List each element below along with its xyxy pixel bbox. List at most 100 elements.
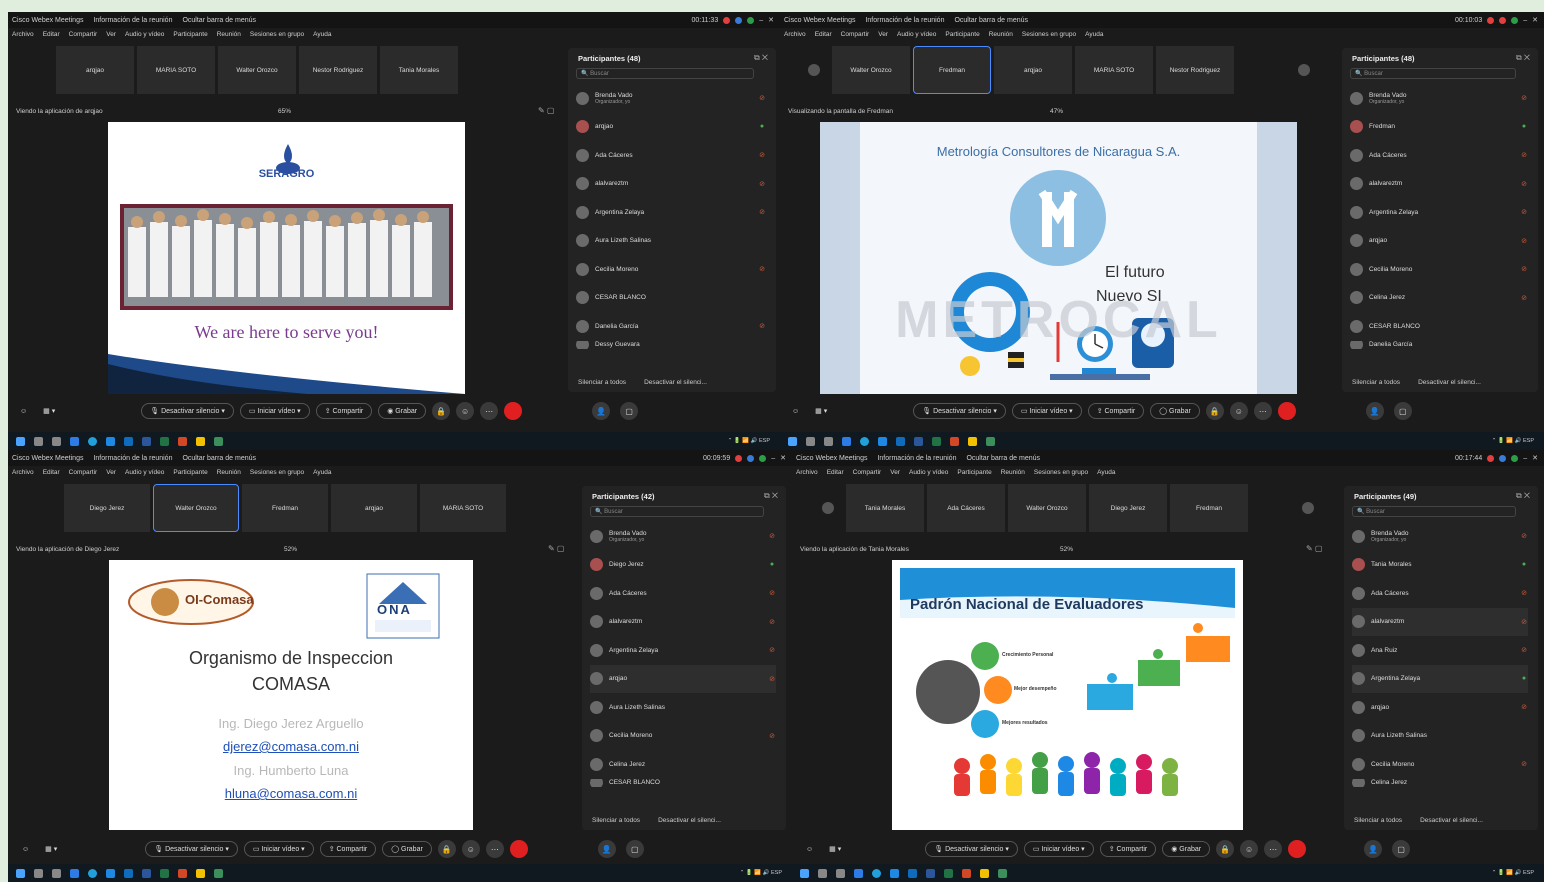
popout-icon[interactable]: ⧉ ✕ [1516, 491, 1530, 501]
scroll-right-icon[interactable] [1302, 502, 1314, 514]
menu-edit[interactable]: Editar [827, 469, 844, 476]
list-item[interactable]: Tania Morales ● [1352, 551, 1528, 580]
list-item[interactable]: Brenda Vado Organizador, yo ⊘ [590, 522, 776, 551]
windows-start-icon[interactable] [16, 868, 25, 878]
list-item[interactable]: Ana Ruiz ⊘ [1352, 636, 1528, 665]
chat-icon[interactable]: ▢ [625, 840, 644, 858]
end-call-button[interactable] [1288, 840, 1307, 858]
app-icon[interactable] [842, 436, 851, 446]
list-item[interactable]: Aura Lizeth Salinas [1352, 722, 1528, 751]
scroll-right-icon[interactable] [1298, 64, 1310, 76]
minimize-icon[interactable]: – [771, 455, 775, 462]
mic-muted-icon[interactable]: ⊘ [758, 180, 766, 188]
reaction-icon[interactable]: ☺ [22, 846, 29, 853]
mute-all-button[interactable]: Silenciar a todos [1352, 379, 1400, 386]
app-icon[interactable] [106, 868, 115, 878]
mic-muted-icon[interactable]: ⊘ [1520, 265, 1528, 273]
chat-icon[interactable]: ▢ [1393, 402, 1412, 420]
list-item[interactable]: alalvareztm ⊘ [1350, 170, 1528, 199]
hide-menu-bar[interactable]: Ocultar barra de menús [182, 17, 256, 24]
app-icon[interactable] [70, 436, 79, 446]
menu-file[interactable]: Archivo [12, 31, 34, 38]
video-tile[interactable]: MARIA SOTO [137, 46, 215, 94]
mic-muted-icon[interactable]: ⊘ [1520, 618, 1528, 626]
video-tile[interactable]: MARIA SOTO [420, 484, 506, 532]
menu-view[interactable]: Ver [890, 469, 900, 476]
share-button[interactable]: ⇪ Compartir [315, 403, 373, 419]
list-item[interactable]: Brenda Vado Organizador, yo ⊘ [1352, 522, 1528, 551]
start-video-button[interactable]: ▭ Iniciar vídeo ▾ [1023, 841, 1094, 857]
menu-share[interactable]: Compartir [69, 31, 98, 38]
app-icon[interactable] [70, 868, 79, 878]
word-icon[interactable] [914, 436, 923, 446]
reaction-icon[interactable]: ☺ [792, 408, 799, 415]
video-tile[interactable]: arqjao [331, 484, 417, 532]
menu-meeting[interactable]: Reunión [217, 469, 241, 476]
menu-file[interactable]: Archivo [12, 469, 34, 476]
unmute-button[interactable]: 🎙 Desactivar silencio ▾ [145, 841, 238, 857]
annotate-icon[interactable]: ✎ ▢ [548, 544, 564, 553]
folder-icon[interactable] [196, 436, 205, 446]
lock-icon[interactable]: 🔒 [437, 840, 456, 858]
share-button[interactable]: ⇪ Compartir [1099, 841, 1157, 857]
menu-breakout[interactable]: Sesiones en grupo [250, 31, 304, 38]
list-item[interactable]: alalvareztm ⊘ [1352, 607, 1528, 636]
list-item[interactable]: Dessy Guevara [576, 340, 766, 349]
task-view-icon[interactable] [824, 436, 833, 446]
menu-help[interactable]: Ayuda [313, 31, 331, 38]
mic-muted-icon[interactable]: ⊘ [768, 646, 776, 654]
video-tile[interactable]: arqjao [994, 46, 1072, 94]
video-tile[interactable]: Diego Jerez [1089, 484, 1167, 532]
windows-start-icon[interactable] [16, 436, 25, 446]
outlook-icon[interactable] [908, 868, 917, 878]
search-icon[interactable] [806, 436, 815, 446]
video-tile[interactable]: Diego Jerez [64, 484, 150, 532]
list-item[interactable]: Brenda Vado Organizador, yo ⊘ [1350, 84, 1528, 113]
mute-all-button[interactable]: Silenciar a todos [578, 379, 626, 386]
mic-muted-icon[interactable]: ⊘ [1520, 208, 1528, 216]
list-item[interactable]: Argentina Zelaya ⊘ [1350, 198, 1528, 227]
mic-muted-icon[interactable]: ⊘ [1520, 180, 1528, 188]
video-tile[interactable]: Ada Cáceres [927, 484, 1005, 532]
menu-meeting[interactable]: Reunión [217, 31, 241, 38]
outlook-icon[interactable] [896, 436, 905, 446]
participants-icon[interactable]: 👤 [1365, 402, 1384, 420]
excel-icon[interactable] [160, 868, 169, 878]
participants-icon[interactable]: 👤 [1364, 840, 1383, 858]
list-item[interactable]: Fredman ● [1350, 113, 1528, 142]
mic-muted-icon[interactable]: ⊘ [1520, 151, 1528, 159]
menu-audio-video[interactable]: Audio y vídeo [125, 469, 164, 476]
end-call-button[interactable] [504, 402, 523, 420]
menu-audio-video[interactable]: Audio y vídeo [909, 469, 948, 476]
record-button[interactable]: ◉ Grabar [1162, 841, 1211, 857]
folder-icon[interactable] [196, 868, 205, 878]
video-tile[interactable]: Nestor Rodriguez [299, 46, 377, 94]
powerpoint-icon[interactable] [962, 868, 971, 878]
search-icon[interactable] [34, 868, 43, 878]
edge-icon[interactable] [88, 868, 97, 878]
list-item[interactable]: Aura Lizeth Salinas [590, 693, 776, 722]
mic-muted-icon[interactable]: ⊘ [768, 532, 776, 540]
lock-icon[interactable]: 🔒 [1205, 402, 1224, 420]
zoom-level[interactable]: 47% [1050, 108, 1063, 115]
unmute-all-button[interactable]: Desactivar el silenci... [1418, 379, 1481, 386]
video-tile[interactable]: Fredman [1170, 484, 1248, 532]
mic-muted-icon[interactable]: ⊘ [768, 732, 776, 740]
list-item[interactable]: arqjao ● [576, 113, 766, 142]
mic-muted-icon[interactable]: ⊘ [758, 94, 766, 102]
list-item[interactable]: CESAR BLANCO [590, 778, 776, 787]
menu-breakout[interactable]: Sesiones en grupo [250, 469, 304, 476]
participants-icon[interactable]: 👤 [592, 402, 611, 420]
mic-muted-icon[interactable]: ⊘ [1520, 532, 1528, 540]
mic-muted-icon[interactable]: ⊘ [1520, 237, 1528, 245]
menu-view[interactable]: Ver [106, 469, 116, 476]
mic-muted-icon[interactable]: ⊘ [768, 675, 776, 683]
meeting-info-menu[interactable]: Información de la reunión [877, 455, 956, 462]
folder-icon[interactable] [980, 868, 989, 878]
record-button[interactable]: ◯ Grabar [1150, 403, 1200, 419]
list-item[interactable]: Celina Jerez ⊘ [1350, 284, 1528, 313]
scroll-left-icon[interactable] [822, 502, 834, 514]
list-item[interactable]: Cecilia Moreno ⊘ [590, 722, 776, 751]
app-icon[interactable] [854, 868, 863, 878]
list-item[interactable]: Argentina Zelaya ⊘ [576, 198, 766, 227]
